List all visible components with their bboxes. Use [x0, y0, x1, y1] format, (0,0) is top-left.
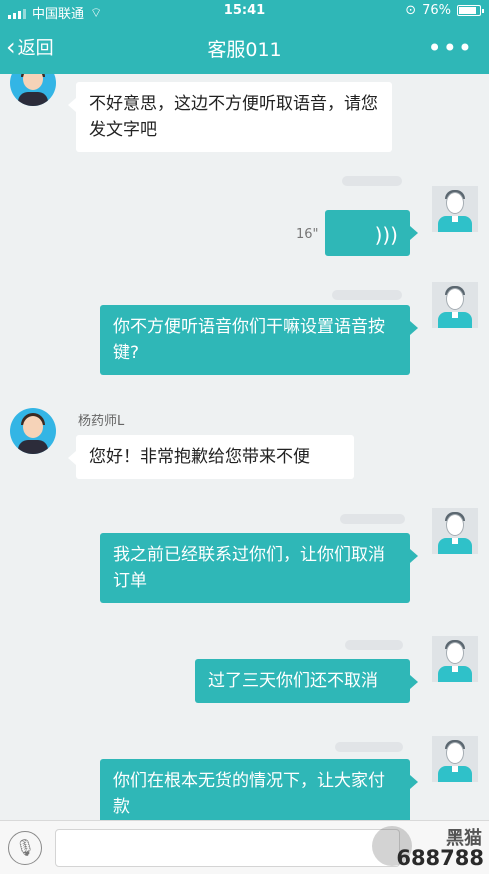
user-avatar[interactable]	[432, 508, 478, 554]
message-input[interactable]	[55, 829, 400, 867]
blurred-sender	[342, 176, 402, 186]
blurred-sender	[335, 742, 403, 752]
user-avatar[interactable]	[432, 636, 478, 682]
blurred-sender	[345, 640, 403, 650]
voice-message-bubble[interactable]: )))	[325, 210, 418, 256]
orientation-lock-icon: ⊙	[405, 3, 417, 18]
chat-area[interactable]: 不好意思，这边不方便听取语音，请您发文字吧 16" ))) 你不方便听语音你们干…	[0, 74, 489, 820]
battery-percent: 76%	[422, 3, 451, 18]
battery-icon	[457, 5, 484, 16]
agent-avatar[interactable]	[10, 74, 56, 106]
status-bar: 中国联通 ⌔ 15:41 ⊙ 76%	[0, 0, 489, 22]
message-bubble[interactable]: 你不方便听语音你们干嘛设置语音按键?	[100, 305, 418, 375]
user-avatar[interactable]	[432, 736, 478, 782]
user-avatar[interactable]	[432, 282, 478, 328]
voice-wave-icon: )))	[374, 223, 398, 247]
more-button[interactable]: •••	[428, 34, 473, 62]
watermark-number: 688788	[396, 846, 484, 870]
message-bubble[interactable]: 不好意思，这边不方便听取语音，请您发文字吧	[68, 82, 392, 152]
message-bubble[interactable]: 你们在根本无货的情况下，让大家付款	[100, 759, 418, 820]
sender-name: 杨药师L	[78, 414, 125, 429]
status-right: ⊙ 76%	[405, 3, 484, 18]
agent-avatar[interactable]	[10, 408, 56, 454]
page-title: 客服011	[207, 39, 282, 61]
blurred-sender	[332, 290, 402, 300]
microphone-icon[interactable]: 🎙	[8, 831, 42, 865]
message-bubble[interactable]: 过了三天你们还不取消	[195, 659, 418, 703]
voice-duration: 16"	[296, 227, 319, 242]
nav-bar: ‹ 返回 客服011 •••	[0, 22, 489, 74]
watermark: 黑猫 688788	[368, 822, 486, 872]
blurred-sender	[340, 514, 405, 524]
message-bubble[interactable]: 我之前已经联系过你们，让你们取消订单	[100, 533, 418, 603]
user-avatar[interactable]	[432, 186, 478, 232]
message-bubble[interactable]: 您好！非常抱歉给您带来不便	[68, 435, 354, 479]
